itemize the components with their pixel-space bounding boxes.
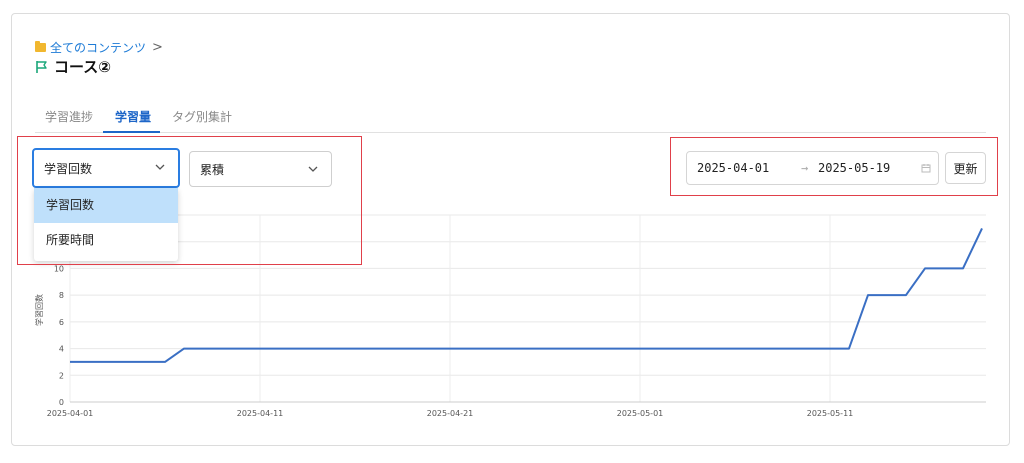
x-tick-label: 2025-05-01 (617, 409, 664, 418)
x-tick-label: 2025-04-11 (237, 409, 284, 418)
y-tick-label: 6 (59, 318, 64, 327)
y-tick-label: 10 (54, 264, 64, 273)
y-tick-label: 4 (59, 345, 64, 354)
y-tick-label: 8 (59, 291, 64, 300)
y-tick-label: 0 (59, 398, 64, 407)
y-axis-label: 学習回数 (34, 294, 44, 326)
x-tick-label: 2025-05-11 (807, 409, 854, 418)
highlight-box-right (670, 137, 998, 196)
x-tick-label: 2025-04-21 (427, 409, 474, 418)
highlight-box-left (17, 136, 362, 265)
x-tick-label: 2025-04-01 (47, 409, 94, 418)
y-tick-label: 2 (59, 371, 64, 380)
